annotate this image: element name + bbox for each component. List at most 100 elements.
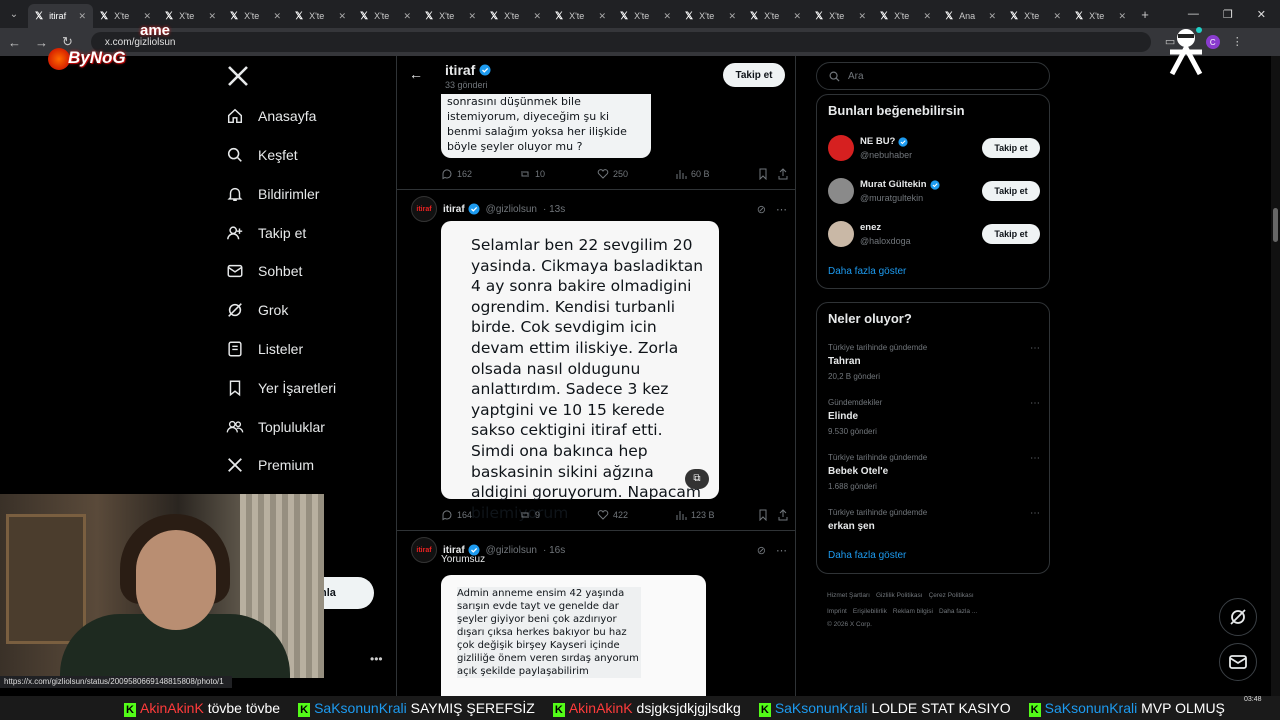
browser-tab[interactable]: 𝕏 X'te ✕ — [288, 4, 353, 28]
footer-link[interactable]: Erişilebilirlik — [853, 608, 887, 615]
nav-item-9[interactable]: Topluluklar — [226, 415, 325, 439]
minimize-button[interactable]: — — [1188, 8, 1199, 21]
suggestion-follow-button[interactable]: Takip et — [982, 138, 1040, 158]
tab-close-icon[interactable]: ✕ — [1053, 11, 1061, 22]
trend-item[interactable]: Gündemdekiler Elinde 9.530 gönderi ⋯ — [828, 398, 1040, 436]
post-more-icon[interactable]: ⋯ — [776, 203, 787, 216]
tab-close-icon[interactable]: ✕ — [728, 11, 736, 22]
browser-tab[interactable]: 𝕏 X'te ✕ — [353, 4, 418, 28]
browser-tab[interactable]: 𝕏 X'te ✕ — [1003, 4, 1068, 28]
nav-item-8[interactable]: Yer İşaretleri — [226, 376, 336, 400]
footer-link[interactable]: Reklam bilgisi — [893, 608, 933, 615]
tab-close-icon[interactable]: ✕ — [403, 11, 411, 22]
author-handle[interactable]: @gizliolsun — [486, 204, 537, 215]
suggestion-follow-button[interactable]: Takip et — [982, 224, 1040, 244]
tab-close-icon[interactable]: ✕ — [793, 11, 801, 22]
nav-item-7[interactable]: Listeler — [226, 337, 303, 361]
tab-close-icon[interactable]: ✕ — [858, 11, 866, 22]
author-avatar[interactable]: itiraf — [411, 196, 437, 222]
tab-search-button[interactable]: ⌄ — [0, 0, 28, 28]
grok-post-icon[interactable]: ⊘ — [757, 544, 766, 557]
footer-link[interactable]: Daha fazla ... — [939, 608, 977, 615]
footer-link[interactable]: Hizmet Şartları — [827, 592, 870, 599]
trends-show-more[interactable]: Daha fazla göster — [828, 550, 906, 561]
trend-item[interactable]: Türkiye tarihinde gündemde erkan şen ⋯ — [828, 508, 1040, 537]
trend-item[interactable]: Türkiye tarihinde gündemde Bebek Otel'e 1.… — [828, 453, 1040, 491]
browser-tab[interactable]: 𝕏 X'te ✕ — [743, 4, 808, 28]
tab-close-icon[interactable]: ✕ — [143, 11, 151, 22]
post-image-3[interactable]: Admin anneme ensim 42 yaşında sarışın ev… — [441, 575, 706, 696]
grok-fab[interactable] — [1219, 598, 1257, 636]
close-window-button[interactable]: ✕ — [1257, 8, 1266, 21]
trend-item[interactable]: Türkiye tarihinde gündemde Tahran 20,2 B g… — [828, 343, 1040, 381]
nav-item-10[interactable]: Premium — [226, 453, 314, 477]
browser-tab[interactable]: 𝕏 Ana ✕ — [938, 4, 1003, 28]
trend-more-icon[interactable]: ⋯ — [1030, 398, 1040, 409]
forward-nav-icon[interactable]: → — [35, 35, 48, 50]
footer-link[interactable]: Gizlilik Politikası — [876, 592, 923, 599]
x-logo-icon[interactable] — [226, 64, 250, 88]
nav-item-1[interactable]: Anasayfa — [226, 104, 316, 128]
tab-close-icon[interactable]: ✕ — [468, 11, 476, 22]
like-button[interactable]: 422 — [597, 509, 675, 521]
post-more-icon[interactable]: ⋯ — [776, 544, 787, 557]
browser-tab[interactable]: 𝕏 X'te ✕ — [548, 4, 613, 28]
tab-close-icon[interactable]: ✕ — [273, 11, 281, 22]
nav-item-5[interactable]: Sohbet — [226, 259, 302, 283]
page-scrollbar[interactable] — [1271, 56, 1280, 696]
profile-avatar[interactable]: C — [1205, 35, 1220, 49]
browser-tab[interactable]: 𝕏 X'te ✕ — [808, 4, 873, 28]
author-avatar[interactable]: itiraf — [411, 537, 437, 563]
nav-item-6[interactable]: Grok — [226, 298, 288, 322]
author-name[interactable]: itiraf — [443, 203, 480, 215]
maximize-button[interactable]: ❐ — [1223, 8, 1233, 21]
tab-close-icon[interactable]: ✕ — [208, 11, 216, 22]
suggestion-avatar[interactable] — [828, 135, 854, 161]
browser-tab[interactable]: 𝕏 X'te ✕ — [1068, 4, 1133, 28]
reply-button[interactable]: 164 — [441, 509, 519, 521]
like-button[interactable]: 250 — [597, 168, 675, 180]
grok-post-icon[interactable]: ⊘ — [757, 203, 766, 216]
post-image-2[interactable]: Selamlar ben 22 sevgilim 20 yasinda. Cik… — [441, 221, 719, 522]
post-time[interactable]: · 13s — [543, 204, 565, 215]
repost-button[interactable]: 10 — [519, 168, 597, 180]
views-button[interactable]: 60 B — [675, 168, 757, 180]
browser-menu-icon[interactable]: ⋮ — [1232, 35, 1243, 49]
bookmark-button[interactable] — [757, 168, 777, 180]
post-image-1[interactable]: sonrasını düşünmek bile istemiyorum, diy… — [441, 94, 651, 158]
browser-tab[interactable]: 𝕏 X'te ✕ — [483, 4, 548, 28]
bookmark-button[interactable] — [757, 509, 777, 521]
tab-close-icon[interactable]: ✕ — [338, 11, 346, 22]
header-follow-button[interactable]: Takip et — [723, 63, 785, 87]
url-field[interactable]: x.com/gizliolsun — [90, 32, 1151, 52]
suggestions-show-more[interactable]: Daha fazla göster — [828, 266, 906, 277]
suggestion-row[interactable]: NE BU? @nebuhaber Takip et — [828, 133, 1040, 163]
suggestion-row[interactable]: Murat Gültekin @muratgultekin Takip et — [828, 176, 1040, 206]
tab-close-icon[interactable]: ✕ — [598, 11, 606, 22]
nav-item-2[interactable]: Keşfet — [226, 143, 298, 167]
share-button[interactable] — [777, 509, 789, 521]
suggestion-avatar[interactable] — [828, 221, 854, 247]
suggestion-row[interactable]: enez @haloxdoga Takip et — [828, 219, 1040, 249]
nav-item-3[interactable]: Bildirimler — [226, 182, 319, 206]
footer-link[interactable]: Çerez Politikası — [929, 592, 974, 599]
back-arrow-icon[interactable]: ← — [409, 66, 423, 82]
post-time[interactable]: · 16s — [543, 545, 565, 556]
browser-tab[interactable]: 𝕏 X'te ✕ — [418, 4, 483, 28]
scrollbar-thumb[interactable] — [1273, 208, 1278, 242]
browser-tab[interactable]: 𝕏 X'te ✕ — [873, 4, 938, 28]
trend-more-icon[interactable]: ⋯ — [1030, 508, 1040, 519]
share-button[interactable] — [777, 168, 789, 180]
views-button[interactable]: 123 B — [675, 509, 757, 521]
trend-more-icon[interactable]: ⋯ — [1030, 453, 1040, 464]
browser-tab[interactable]: 𝕏 X'te ✕ — [678, 4, 743, 28]
account-more-icon[interactable]: ••• — [370, 652, 383, 666]
tab-close-icon[interactable]: ✕ — [663, 11, 671, 22]
footer-link[interactable]: Imprint — [827, 608, 847, 615]
new-tab-button[interactable]: + — [1133, 7, 1157, 22]
browser-tab[interactable]: 𝕏 X'te ✕ — [613, 4, 678, 28]
tab-close-icon[interactable]: ✕ — [988, 11, 996, 22]
tab-close-icon[interactable]: ✕ — [923, 11, 931, 22]
messages-fab[interactable] — [1219, 643, 1257, 681]
suggestion-avatar[interactable] — [828, 178, 854, 204]
